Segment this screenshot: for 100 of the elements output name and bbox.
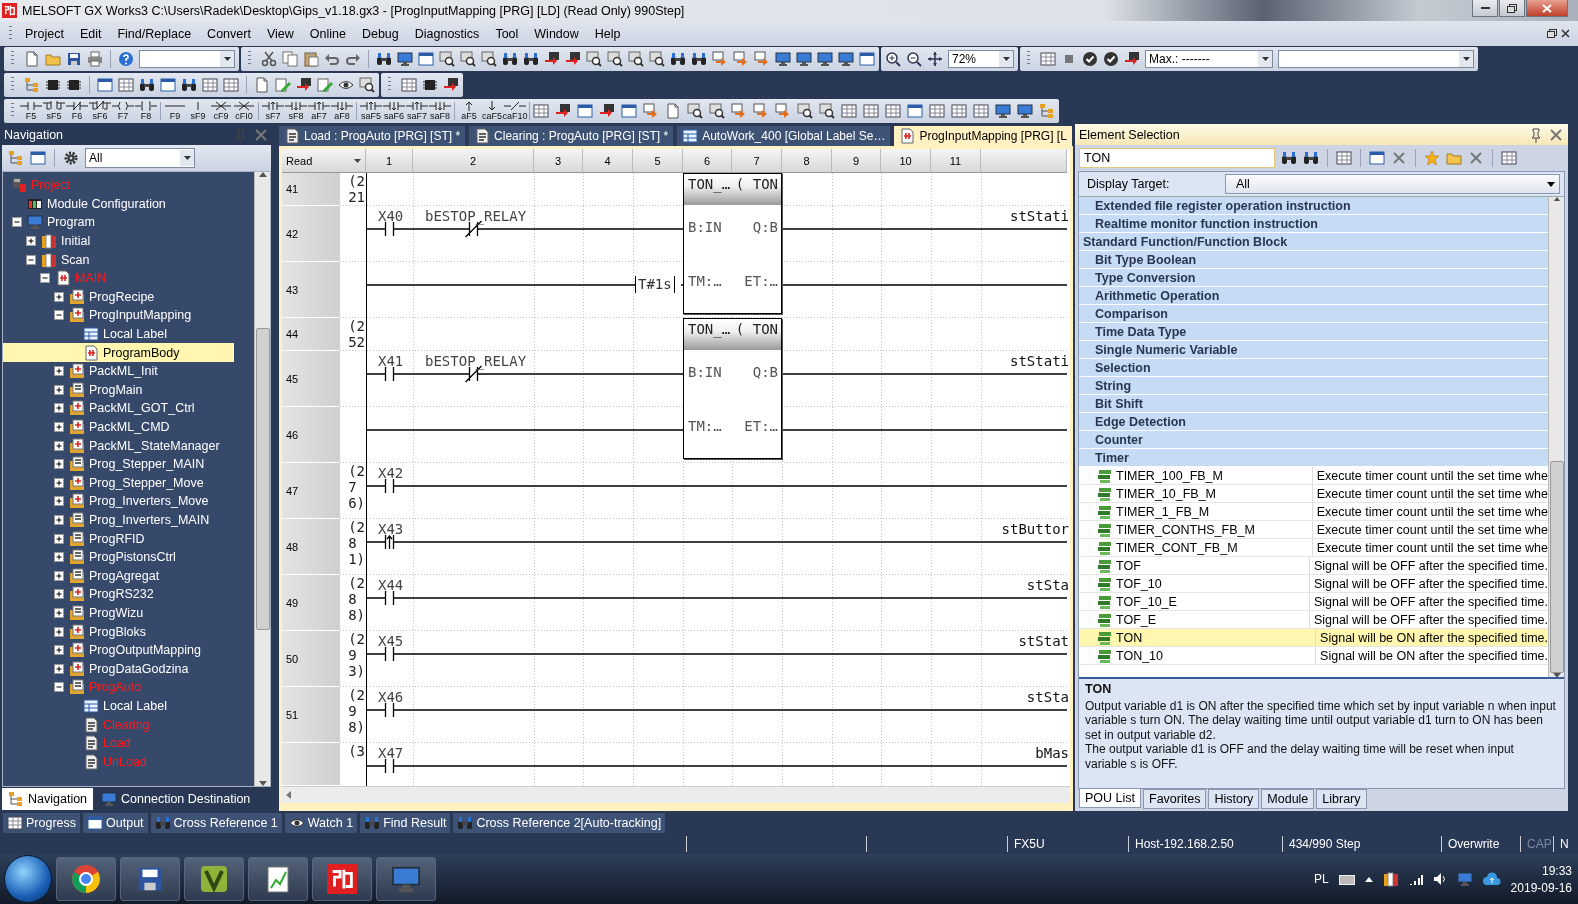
- ladder-key-button[interactable]: saF6: [383, 101, 405, 121]
- plus-box-icon[interactable]: [54, 626, 64, 637]
- plus-box-icon[interactable]: [54, 515, 64, 525]
- tree-item[interactable]: ProgOutputMapping: [3, 640, 234, 660]
- category-header[interactable]: Single Numeric Variable: [1079, 341, 1548, 359]
- arrows-icon[interactable]: [1124, 51, 1140, 67]
- ladder-key-button[interactable]: caF5: [481, 101, 503, 121]
- grid-icon[interactable]: [1501, 150, 1517, 166]
- grid-icon[interactable]: [929, 103, 945, 119]
- grid-icon[interactable]: [951, 103, 967, 119]
- restore-icon[interactable]: [1547, 29, 1557, 38]
- grid-icon[interactable]: [841, 103, 857, 119]
- binoculars-icon[interactable]: [670, 51, 686, 67]
- magnifier-icon[interactable]: [819, 103, 835, 119]
- menu-item[interactable]: Debug: [353, 23, 407, 44]
- plus-box-icon[interactable]: [54, 533, 64, 544]
- tree-item[interactable]: ProgRecipe: [3, 287, 234, 307]
- monitor-icon[interactable]: [838, 51, 854, 67]
- tree-item[interactable]: ProgBloks: [3, 622, 234, 641]
- plus-box-icon[interactable]: [54, 477, 64, 488]
- grid-icon[interactable]: [401, 77, 417, 93]
- column-header[interactable]: 4: [583, 149, 633, 173]
- ladder-key-button[interactable]: F6: [66, 101, 88, 121]
- column-header[interactable]: 2: [413, 149, 534, 173]
- up-arrow-icon[interactable]: [1364, 876, 1373, 882]
- row-header[interactable]: 44: [282, 318, 340, 351]
- minimize-button[interactable]: [1472, 0, 1498, 17]
- scrollbar[interactable]: [282, 786, 1070, 803]
- ladder-key-button[interactable]: cF9: [210, 101, 232, 121]
- star-icon[interactable]: [1424, 150, 1440, 166]
- editor-tab[interactable]: Load : ProgAuto [PRG] [ST] *: [279, 126, 466, 146]
- grid-icon[interactable]: [885, 103, 901, 119]
- category-header[interactable]: Selection: [1079, 359, 1548, 377]
- ladder-key-button[interactable]: F7: [112, 101, 134, 121]
- menu-item[interactable]: View: [258, 23, 302, 44]
- window-icon[interactable]: [30, 150, 46, 166]
- ladder-key-button[interactable]: aF8: [331, 101, 353, 121]
- arrow-icon[interactable]: [754, 51, 770, 67]
- row-header[interactable]: 42: [282, 206, 340, 262]
- restore-button[interactable]: [1499, 0, 1525, 17]
- ladder-key-button[interactable]: saF8: [429, 101, 451, 121]
- output-tab[interactable]: Cross Reference 2[Auto-tracking]: [453, 812, 666, 833]
- tree-item[interactable]: Initial: [3, 231, 234, 251]
- output-tab[interactable]: Output: [83, 812, 148, 833]
- grid-icon[interactable]: [118, 77, 134, 93]
- output-tab[interactable]: Watch 1: [284, 812, 358, 833]
- speaker-icon[interactable]: [1432, 872, 1447, 886]
- chip-icon[interactable]: [422, 77, 438, 93]
- row-header[interactable]: 43: [282, 262, 340, 318]
- search-field[interactable]: TON: [1079, 148, 1275, 168]
- column-header[interactable]: 1: [366, 149, 413, 173]
- column-header[interactable]: 6: [683, 149, 732, 173]
- taskbar-button[interactable]: [120, 857, 180, 901]
- panel-tab[interactable]: Navigation: [2, 788, 94, 810]
- pou-row[interactable]: TOF_10 Signal will be OFF after the specified time.: [1079, 575, 1548, 593]
- column-header[interactable]: 10: [881, 149, 931, 173]
- binoculars-icon[interactable]: [181, 77, 197, 93]
- row-header[interactable]: 51: [282, 687, 340, 743]
- scissors-icon[interactable]: [261, 51, 277, 67]
- column-header[interactable]: 11: [931, 149, 981, 173]
- ladder-key-button[interactable]: sF8: [285, 101, 307, 121]
- column-header[interactable]: 3: [534, 149, 583, 173]
- category-header[interactable]: Time Data Type: [1079, 323, 1548, 341]
- binoculars-icon[interactable]: [691, 51, 707, 67]
- pou-row[interactable]: TOF_10_E Signal will be OFF after the specified time.: [1079, 593, 1548, 611]
- minus-box-icon[interactable]: [54, 310, 64, 321]
- window-icon[interactable]: [621, 103, 637, 119]
- tree-item[interactable]: ProgramBody: [3, 343, 234, 362]
- ladder-key-button[interactable]: cFI0: [233, 101, 255, 121]
- pou-row[interactable]: TIMER_100_FB_M Execute timer count until the set time whe: [1079, 467, 1548, 485]
- tree-item[interactable]: ProgWizu: [3, 603, 234, 623]
- window-icon[interactable]: [907, 103, 923, 119]
- category-header[interactable]: Bit Shift: [1079, 395, 1548, 413]
- binoculars-icon[interactable]: [139, 77, 155, 93]
- window-icon[interactable]: [577, 103, 593, 119]
- editor-tab[interactable]: ProgInputMapping [PRG] [L: [894, 126, 1072, 146]
- tree-item[interactable]: ProgMain: [3, 380, 234, 400]
- clock-time[interactable]: 19:33: [1541, 863, 1572, 878]
- pou-row[interactable]: TIMER_CONTHS_FB_M Execute timer count until the set time whe: [1079, 521, 1548, 539]
- start-button[interactable]: [4, 855, 52, 903]
- category-header[interactable]: Counter: [1079, 431, 1548, 449]
- panel-tab[interactable]: POU List: [1079, 789, 1141, 808]
- pencil-icon[interactable]: [275, 77, 291, 93]
- tree-item[interactable]: Prog_Inverters_Move: [3, 492, 234, 511]
- tree-item[interactable]: PackML_GOT_Ctrl: [3, 399, 234, 418]
- filter-combo[interactable]: All: [85, 148, 195, 168]
- category-header[interactable]: Realtime monitor function instruction: [1079, 215, 1548, 233]
- row-header[interactable]: 48: [282, 519, 340, 575]
- monitor-icon[interactable]: [1456, 871, 1473, 887]
- signal-icon[interactable]: [1408, 873, 1423, 885]
- category-header[interactable]: Bit Type Boolean: [1079, 251, 1548, 269]
- column-header[interactable]: 9: [832, 149, 881, 173]
- pou-row[interactable]: TIMER_10_FB_M Execute timer count until the set time whe: [1079, 485, 1548, 503]
- grid-icon[interactable]: [223, 77, 239, 93]
- document-icon[interactable]: [665, 103, 681, 119]
- max-combo[interactable]: Max.: -------: [1145, 50, 1273, 68]
- printer-icon[interactable]: [87, 51, 103, 67]
- menu-item[interactable]: Diagnostics: [406, 23, 488, 44]
- window-icon[interactable]: [1369, 150, 1385, 166]
- combo-box[interactable]: [1278, 50, 1474, 68]
